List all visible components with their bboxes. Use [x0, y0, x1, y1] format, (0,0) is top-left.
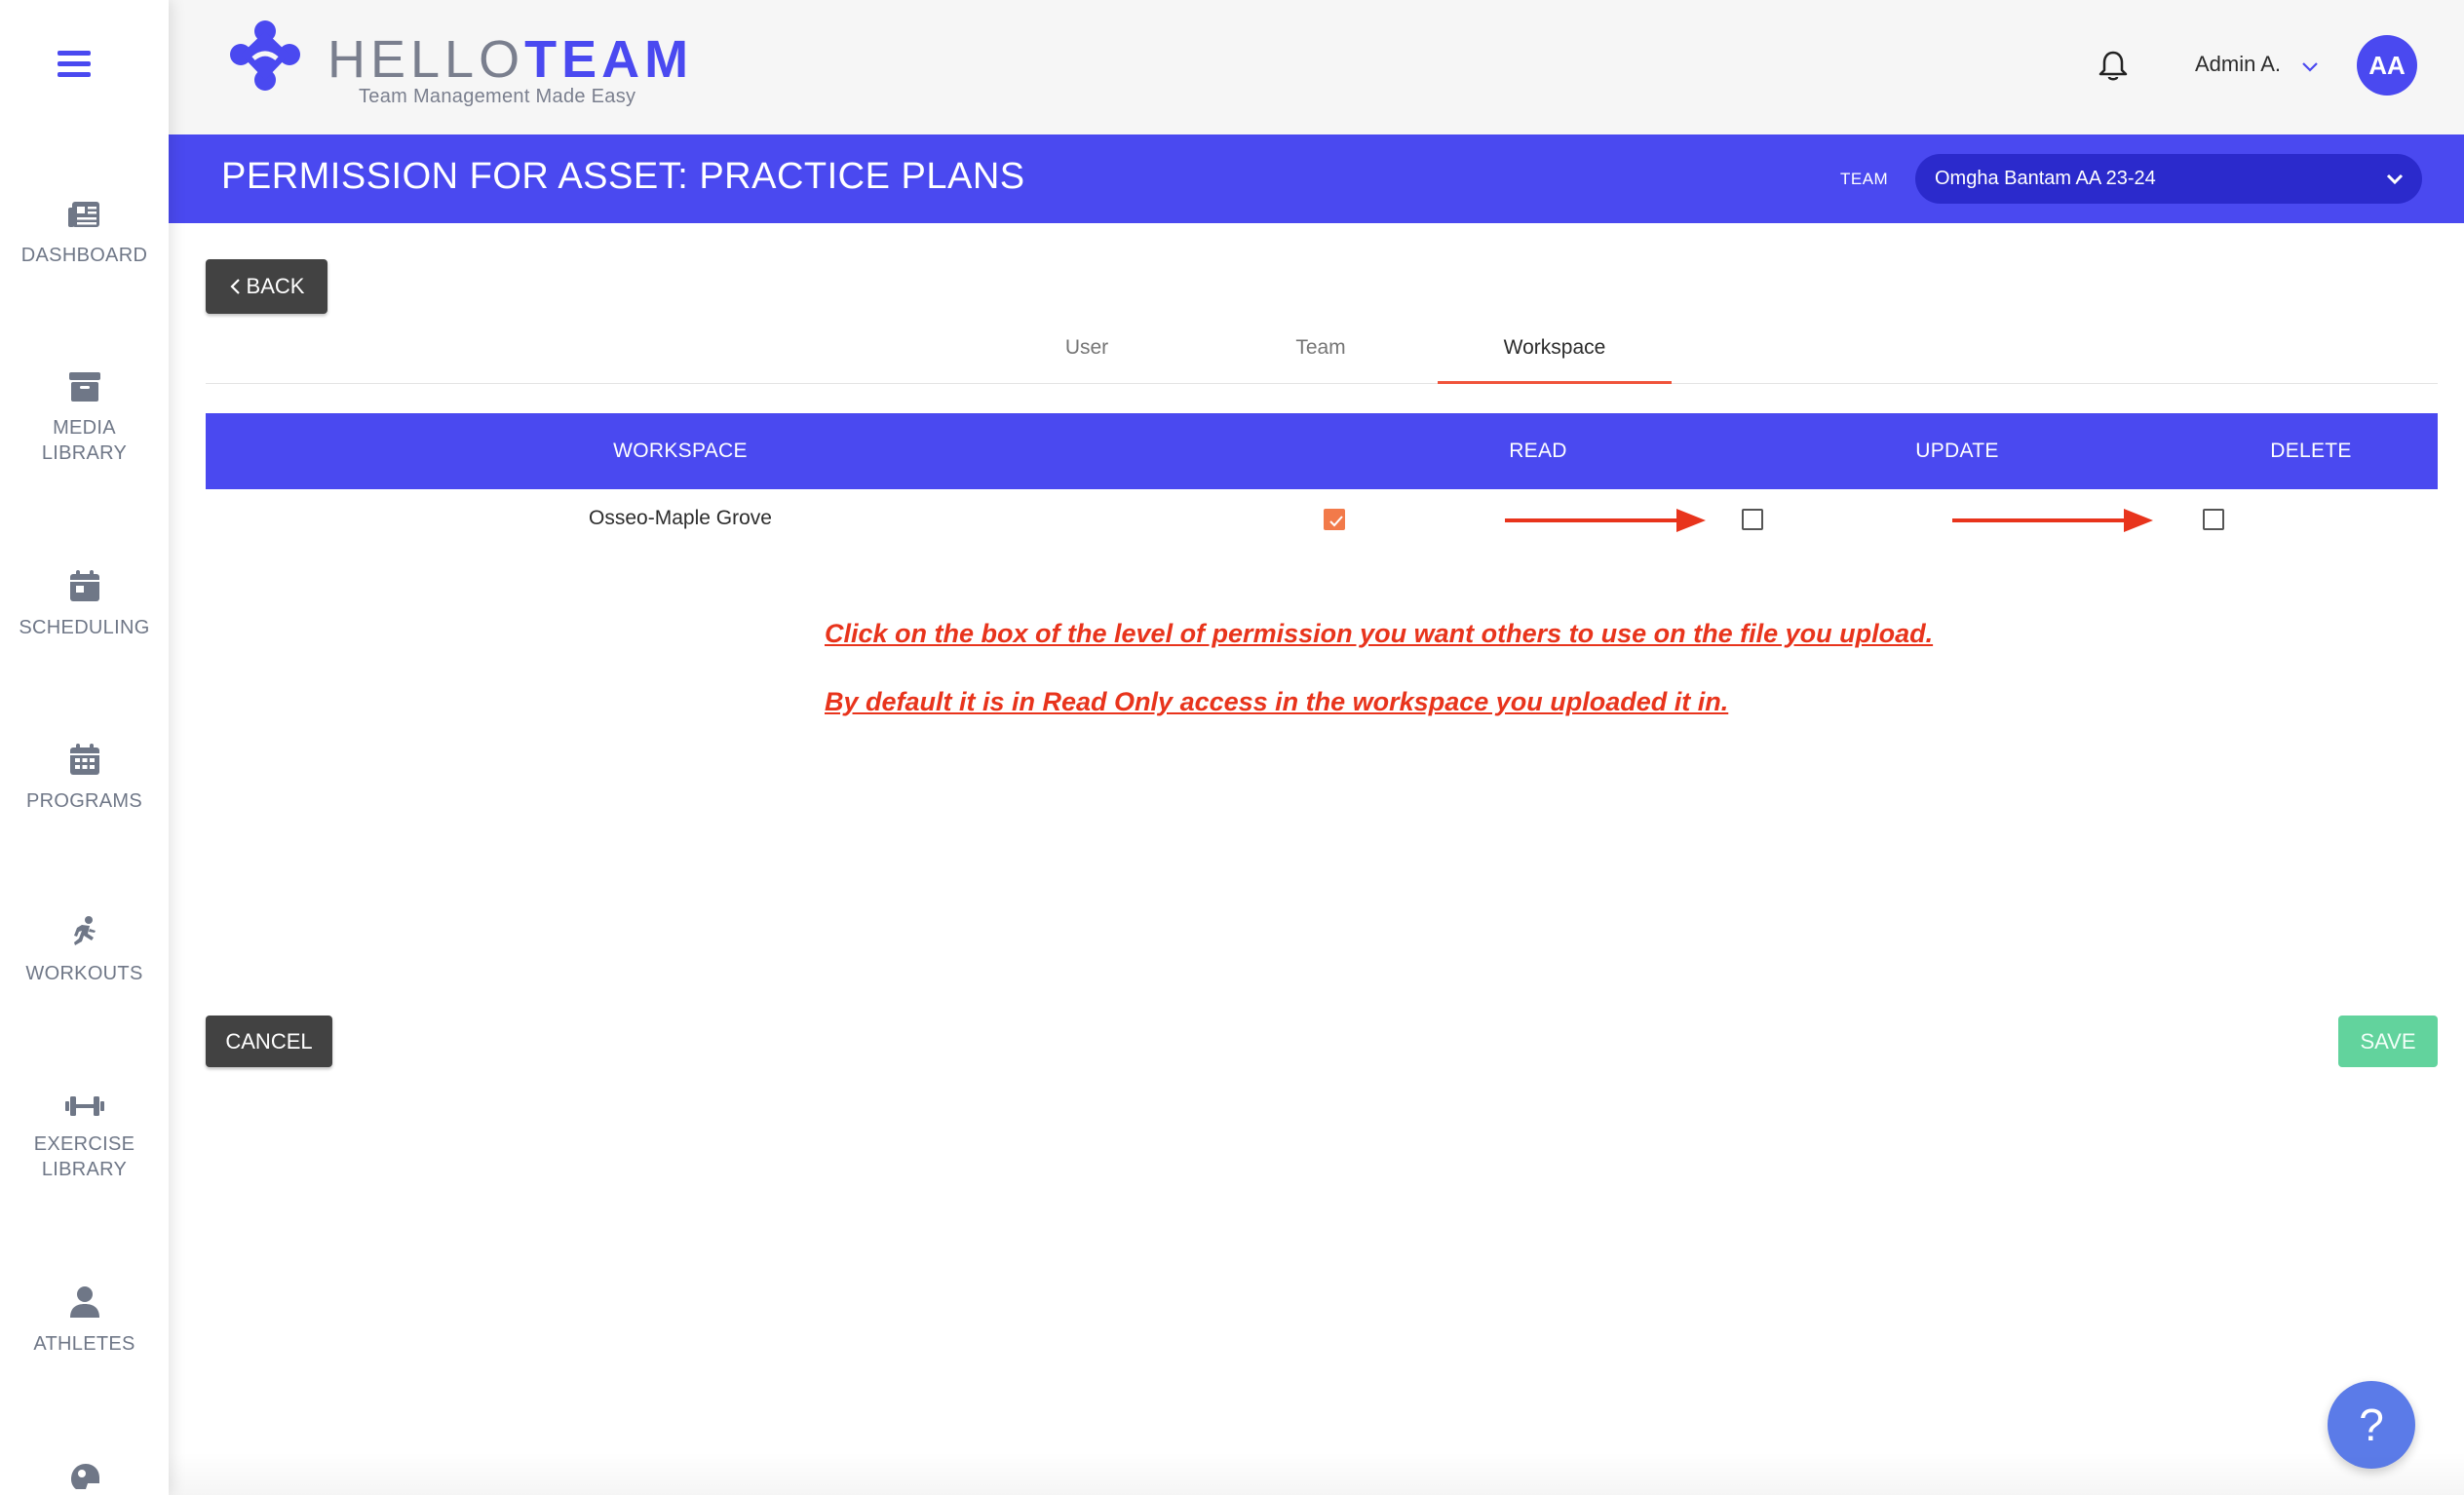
brand-team: TEAM	[524, 30, 694, 89]
avatar[interactable]: AA	[2357, 35, 2417, 96]
notification-bell-icon[interactable]	[2096, 49, 2131, 84]
calendar-grid-icon	[69, 744, 99, 775]
sidebar-item-label: MEDIA LIBRARY	[41, 417, 128, 464]
running-icon	[73, 916, 96, 945]
menu-toggle-icon[interactable]	[58, 51, 91, 78]
back-button[interactable]: BACK	[206, 259, 327, 314]
tab-workspace[interactable]: Workspace	[1438, 322, 1672, 384]
chevron-left-icon	[229, 279, 240, 294]
cancel-button[interactable]: CANCEL	[206, 1016, 332, 1067]
sidebar-item-athletes[interactable]: ATHLETES	[0, 1286, 169, 1357]
annotation-arrow-update	[1505, 509, 1706, 532]
checkmark-icon	[1329, 516, 1343, 527]
column-header-delete: DELETE	[2270, 440, 2352, 462]
bottom-shadow	[169, 1452, 2464, 1495]
sidebar-item-media-library[interactable]: MEDIA LIBRARY	[0, 372, 169, 466]
table-row-workspace-name: Osseo-Maple Grove	[589, 507, 772, 529]
sidebar-item-exercise-library[interactable]: EXERCISE LIBRARY	[0, 1094, 169, 1182]
team-select-value: Omgha Bantam AA 23-24	[1935, 168, 2156, 189]
annotation-arrow-delete	[1952, 509, 2153, 532]
back-button-label: BACK	[246, 274, 305, 298]
archive-icon	[68, 372, 100, 402]
page-title-bar: PERMISSION FOR ASSET: PRACTICE PLANS TEA…	[169, 134, 2464, 223]
dashboard-icon	[67, 202, 99, 227]
calendar-icon	[69, 570, 99, 601]
dumbbell-icon	[64, 1096, 104, 1116]
team-select[interactable]: Omgha Bantam AA 23-24	[1915, 154, 2422, 204]
sidebar-item-label: SCHEDULING	[19, 617, 150, 638]
chevron-down-icon	[2386, 173, 2404, 185]
page-title: PERMISSION FOR ASSET: PRACTICE PLANS	[221, 156, 1025, 197]
brand-tagline: Team Management Made Easy	[359, 86, 636, 107]
permission-table-header: WORKSPACE READ UPDATE DELETE	[206, 413, 2438, 489]
person-icon	[69, 1286, 99, 1318]
brand-name: HELLOTEAM	[327, 29, 693, 90]
annotation-note-1: Click on the box of the level of permiss…	[825, 619, 1934, 648]
sidebar-item-dashboard[interactable]: DASHBOARD	[0, 200, 169, 268]
user-menu-name[interactable]: Admin A.	[2195, 52, 2281, 77]
annotation-note-2: By default it is in Read Only access in …	[825, 687, 1729, 716]
column-header-read: READ	[1509, 440, 1567, 462]
team-label: TEAM	[1840, 170, 1889, 188]
sidebar-item-programs[interactable]: PROGRAMS	[0, 744, 169, 814]
read-checkbox[interactable]	[1324, 509, 1345, 530]
sidebar-item-scheduling[interactable]: SCHEDULING	[0, 570, 169, 640]
sidebar-item-label: EXERCISE LIBRARY	[33, 1133, 135, 1180]
sidebar-item-label: WORKOUTS	[25, 963, 143, 984]
sidebar-item-workouts[interactable]: WORKOUTS	[0, 916, 169, 986]
chevron-down-icon[interactable]	[2300, 57, 2320, 76]
tab-team[interactable]: Team	[1204, 322, 1438, 384]
save-button[interactable]: SAVE	[2338, 1016, 2438, 1067]
sidebar-item-label: PROGRAMS	[25, 790, 143, 812]
column-header-update: UPDATE	[1915, 440, 1999, 462]
brand-hello: HELLO	[327, 30, 525, 89]
tab-user[interactable]: User	[970, 322, 1204, 384]
column-header-workspace: WORKSPACE	[613, 440, 748, 462]
sidebar-item-label: ATHLETES	[33, 1333, 135, 1355]
sidebar-item-label: DASHBOARD	[20, 245, 148, 266]
helmet-icon	[70, 1464, 99, 1489]
sidebar: DASHBOARD MEDIA LIBRARY SCHEDULING PROGR…	[0, 0, 169, 1495]
permission-tabs: User Team Workspace	[206, 322, 2438, 384]
update-checkbox[interactable]	[1742, 509, 1763, 530]
sidebar-item-more[interactable]	[0, 1462, 169, 1495]
delete-checkbox[interactable]	[2203, 509, 2224, 530]
